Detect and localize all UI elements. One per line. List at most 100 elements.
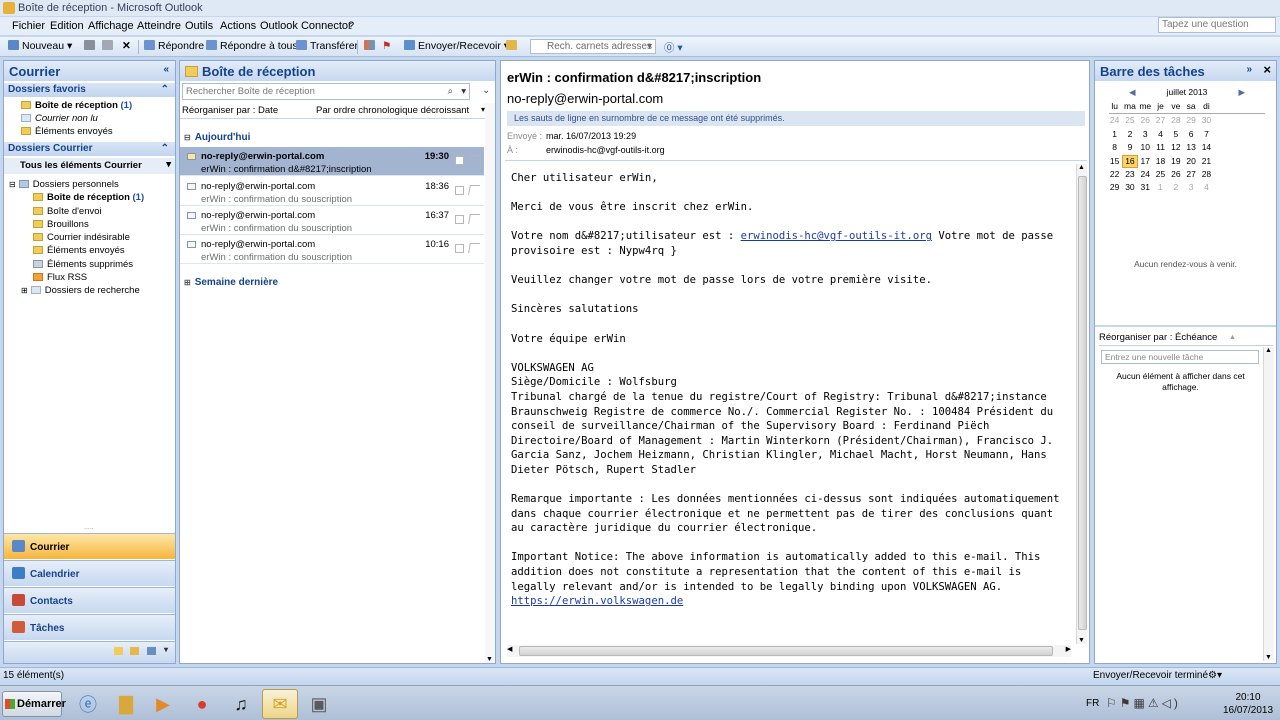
calendar-day[interactable]: 26 — [1168, 168, 1183, 181]
clock-date[interactable]: 16/07/2013 — [1218, 705, 1278, 716]
sort-order-label[interactable]: Par ordre chronologique décroissant — [316, 103, 469, 119]
calendar-day[interactable]: 25 — [1122, 114, 1137, 127]
print-button[interactable] — [84, 40, 98, 52]
notes-icon[interactable] — [114, 647, 123, 655]
new-button[interactable]: Nouveau ▾ — [8, 40, 72, 52]
menu-affichage[interactable]: Affichage — [88, 20, 134, 32]
nav-button-tasks[interactable]: Tâches — [4, 614, 175, 640]
calendar-day[interactable]: 24 — [1138, 168, 1153, 181]
to-value[interactable]: erwinodis-hc@vgf-outils-it.org — [546, 145, 665, 155]
reply-button[interactable]: Répondre — [144, 40, 204, 52]
arrange-bar[interactable]: Réorganiser par : Date Par ordre chronol… — [180, 103, 495, 119]
scroll-thumb[interactable] — [1078, 176, 1087, 630]
nav-button-contacts[interactable]: Contacts — [4, 587, 175, 613]
calendar-day[interactable]: 1 — [1107, 128, 1122, 141]
scroll-down-icon[interactable]: ▼ — [1265, 654, 1272, 661]
follow-up-button[interactable]: ⚑ — [382, 40, 391, 52]
expand-search-icon[interactable]: ⌄ — [482, 85, 490, 96]
find-button[interactable] — [506, 40, 520, 52]
folder-list-icon[interactable] — [130, 647, 139, 655]
ask-question-input[interactable]: Tapez une question — [1158, 17, 1276, 33]
message-sender[interactable]: no-reply@erwin-portal.com — [507, 91, 663, 106]
calendar-day[interactable]: 2 — [1122, 128, 1137, 141]
calendar-day[interactable]: 10 — [1138, 141, 1153, 154]
media-player-icon[interactable]: ▶ — [145, 689, 181, 719]
calendar-day[interactable]: 22 — [1107, 168, 1122, 181]
calendar-day[interactable]: 11 — [1153, 141, 1168, 154]
group-today[interactable]: ⊟ Aujourd'hui — [184, 132, 250, 143]
shortcuts-icon[interactable] — [147, 647, 156, 655]
chevron-down-icon[interactable]: ▾ — [461, 84, 466, 99]
flag-icon[interactable] — [468, 155, 480, 165]
menu-edition[interactable]: Edition — [50, 20, 84, 32]
clock-time[interactable]: 20:10 — [1218, 692, 1278, 703]
list-scrollbar[interactable]: ▼ — [485, 103, 495, 663]
tray-icons[interactable]: ⚐⚑▦⚠◁) — [1106, 696, 1181, 710]
send-receive-button[interactable]: Envoyer/Recevoir ▾ — [404, 40, 509, 52]
calendar-day[interactable]: 25 — [1153, 168, 1168, 181]
calendar-day[interactable]: 9 — [1122, 141, 1137, 154]
calendar-today[interactable]: 16 — [1122, 154, 1138, 168]
folder-drafts[interactable]: Brouillons — [33, 219, 89, 230]
calendar-day[interactable]: 19 — [1168, 155, 1183, 168]
calendar-day[interactable]: 4 — [1153, 128, 1168, 141]
scroll-up-icon[interactable]: ▲ — [1078, 164, 1085, 171]
internet-explorer-icon[interactable]: ⓔ — [70, 689, 106, 719]
calendar-day[interactable]: 23 — [1122, 168, 1137, 181]
music-app-icon[interactable]: ♫ — [223, 689, 259, 719]
outlook-taskbar-icon[interactable]: ✉ — [262, 689, 298, 719]
calendar-day[interactable]: 30 — [1199, 114, 1214, 127]
flag-icon[interactable] — [468, 185, 480, 195]
splitter-grip[interactable]: ..... — [84, 524, 94, 531]
move-button[interactable] — [102, 40, 116, 52]
folder-deleted[interactable]: Éléments supprimés — [33, 259, 133, 270]
category-checkbox[interactable] — [455, 156, 464, 165]
calendar-day[interactable]: 8 — [1107, 141, 1122, 154]
scroll-left-icon[interactable]: ◀ — [507, 645, 512, 653]
calendar-day[interactable]: 27 — [1153, 114, 1168, 127]
delete-button[interactable]: ✕ — [122, 40, 131, 52]
categorize-button[interactable] — [364, 40, 378, 52]
menu-fichier[interactable]: Fichier — [12, 20, 45, 32]
calendar-day[interactable]: 28 — [1168, 114, 1183, 127]
calendar-day[interactable]: 24 — [1107, 114, 1122, 127]
chrome-icon[interactable]: ● — [184, 689, 220, 719]
offline-status-icon[interactable]: ⚙▾ — [1208, 668, 1222, 684]
all-mail-items[interactable]: Tous les éléments Courrier ▾ — [4, 158, 175, 174]
category-checkbox[interactable] — [455, 186, 464, 195]
calendar-day[interactable]: 12 — [1168, 141, 1183, 154]
scroll-down-icon[interactable]: ▼ — [486, 656, 493, 663]
favorite-sent-items[interactable]: Éléments envoyés — [21, 126, 113, 137]
favorites-header[interactable]: Dossiers favoris ⌃ — [4, 83, 175, 97]
website-link[interactable]: https://erwin.volkswagen.de — [511, 595, 683, 607]
search-icon[interactable]: ⌕ — [448, 84, 453, 99]
task-arrange-header[interactable]: Réorganiser par : Échéance ▲ — [1099, 331, 1273, 346]
folder-rss[interactable]: Flux RSS — [33, 272, 87, 283]
new-task-input[interactable]: Entrez une nouvelle tâche — [1101, 350, 1259, 364]
calendar-day[interactable]: 26 — [1138, 114, 1153, 127]
message-row[interactable]: no-reply@erwin-portal.com erWin : confir… — [180, 235, 484, 264]
reply-all-button[interactable]: Répondre à tous — [206, 40, 298, 52]
body-horizontal-scrollbar[interactable]: ◀ ▶ — [507, 645, 1071, 657]
folder-outbox[interactable]: Boîte d'envoi — [33, 206, 102, 217]
nav-button-calendar[interactable]: Calendrier — [4, 560, 175, 586]
folder-sent[interactable]: Éléments envoyés — [33, 245, 125, 256]
network-tool-icon[interactable]: ▣ — [301, 689, 337, 719]
calendar-day[interactable]: 18 — [1153, 155, 1168, 168]
mail-folders-header[interactable]: Dossiers Courrier ⌃ — [4, 142, 175, 156]
email-link[interactable]: erwinodis-hc@vgf-outils-it.org — [741, 230, 932, 242]
help-button[interactable]: ⓪ ▾ — [664, 40, 683, 55]
next-month-icon[interactable]: ▶ — [1238, 87, 1245, 98]
scroll-up-icon[interactable]: ▲ — [1265, 347, 1272, 354]
inbox-search-input[interactable]: Rechercher Boîte de réception ⌕ ▾ — [182, 83, 470, 100]
message-row[interactable]: no-reply@erwin-portal.com erWin : confir… — [180, 147, 484, 176]
calendar-day[interactable]: 30 — [1122, 181, 1137, 194]
calendar-day[interactable]: 3 — [1183, 181, 1198, 194]
nav-button-mail[interactable]: Courrier — [4, 533, 175, 559]
message-row[interactable]: no-reply@erwin-portal.com erWin : confir… — [180, 206, 484, 235]
calendar-day[interactable]: 14 — [1199, 141, 1214, 154]
calendar-day[interactable]: 29 — [1183, 114, 1198, 127]
info-bar[interactable]: Les sauts de ligne en surnombre de ce me… — [507, 111, 1085, 126]
calendar-day[interactable]: 4 — [1199, 181, 1214, 194]
calendar-day[interactable]: 15 — [1107, 155, 1122, 168]
